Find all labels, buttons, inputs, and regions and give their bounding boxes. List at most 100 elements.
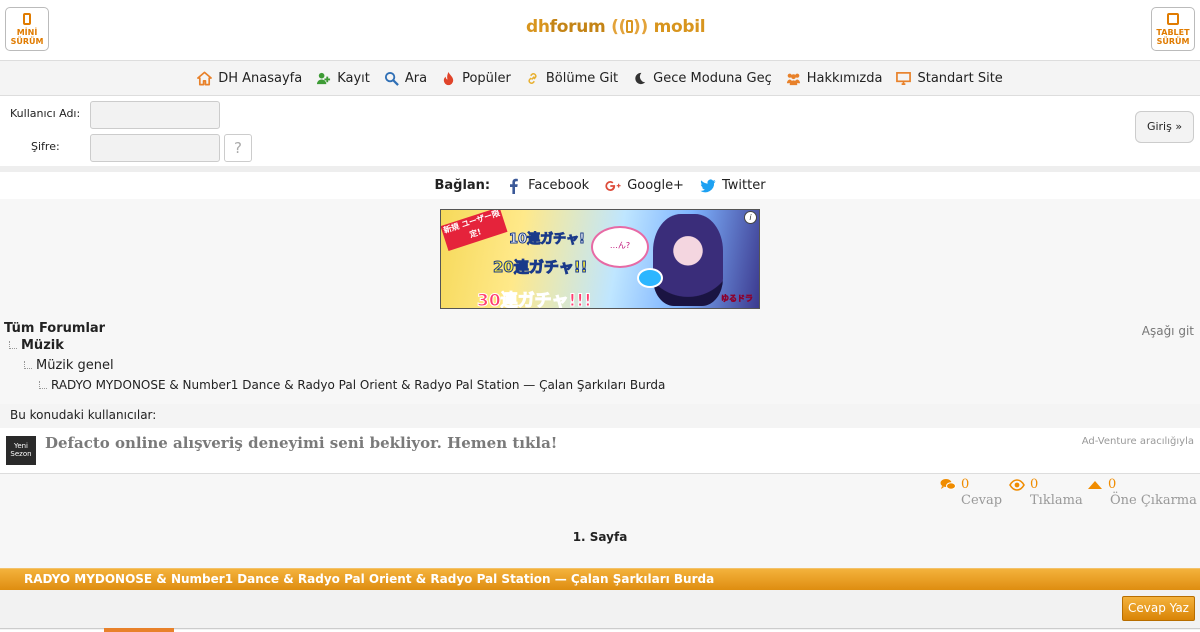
comments-icon: [940, 478, 956, 490]
eye-icon: [1009, 478, 1025, 491]
reply-button[interactable]: Cevap Yaz: [1122, 596, 1195, 621]
ad-badge: 新規 ユーザー限定!: [441, 210, 508, 251]
mini-version-button[interactable]: MİNİ SÜRÜM: [5, 7, 49, 51]
arrow-up-icon: [1088, 480, 1102, 489]
facebook-label: Facebook: [528, 178, 590, 193]
nav-item-search[interactable]: Ara: [384, 71, 427, 86]
google-plus-link[interactable]: Google+: [605, 178, 684, 194]
tablet-label-1: TABLET: [1156, 28, 1190, 37]
password-input[interactable]: [90, 134, 220, 162]
ad-character-image: [653, 214, 723, 306]
topic-users-label: Bu konudaki kullanıcılar:: [10, 408, 157, 422]
divider: [0, 628, 1200, 629]
main-nav: DH Anasayfa Kayıt Ara Popüler Bölüme Git…: [0, 61, 1200, 96]
breadcrumb-level-3[interactable]: RADYO MYDONOSE & Number1 Dance & Radyo P…: [51, 378, 665, 392]
topic-users-bar: Bu konudaki kullanıcılar:: [0, 404, 1200, 428]
post-header-stub: [104, 628, 174, 632]
nav-label: Gece Moduna Geç: [653, 70, 772, 86]
replies-stat: 0 Cevap: [940, 477, 1002, 508]
top-header: MİNİ SÜRÜM dhforum (()) mobil TABLET SÜR…: [0, 0, 1200, 61]
ad-line-2: 20連ガチャ!!: [492, 258, 588, 277]
facebook-link[interactable]: Facebook: [506, 178, 589, 194]
link-icon: [528, 72, 537, 84]
twitter-label: Twitter: [721, 178, 766, 193]
topic-actions-bar: Cevap Yaz: [0, 590, 1200, 632]
login-form: Kullanıcı Adı: Şifre: ? Giriş »: [0, 96, 1200, 172]
breadcrumb-level-1[interactable]: Müzik: [21, 338, 64, 353]
tablet-version-button[interactable]: TABLET SÜRÜM: [1151, 7, 1195, 51]
twitter-icon: [700, 178, 716, 192]
nav-label: Standart Site: [917, 70, 1003, 86]
logo-mobil: mobil: [653, 17, 706, 37]
sponsored-ad-text[interactable]: Defacto online alışveriş deneyimi seni b…: [45, 434, 557, 452]
clicks-label: Tıklama: [1030, 493, 1083, 508]
nav-item-night-mode[interactable]: Gece Moduna Geç: [632, 71, 772, 86]
username-input[interactable]: [90, 101, 220, 129]
phone-icon: [23, 13, 31, 25]
ad-gem-image: [637, 268, 663, 288]
home-icon: [197, 71, 213, 85]
ad-info-icon[interactable]: i: [744, 211, 757, 224]
page-indicator: 1. Sayfa: [572, 530, 628, 544]
clicks-count: 0: [1030, 477, 1039, 492]
banner-ad[interactable]: 新規 ユーザー限定! 10連ガチャ! 20連ガチャ!! 30連ガチャ!!! …ん…: [440, 209, 760, 309]
replies-label: Cevap: [961, 493, 1003, 508]
nav-item-standard-site[interactable]: Standart Site: [896, 70, 1003, 86]
boosts-stat: 0 Öne Çıkarma: [1087, 477, 1197, 508]
logo-forum: forum: [549, 17, 606, 37]
ad-thumbnail-text-1: Yeni: [13, 442, 29, 450]
logo-dh: dh: [526, 17, 550, 37]
tree-connector: [39, 381, 47, 389]
tablet-icon: [1167, 13, 1179, 25]
ad-brand-logo: ゆるドラ: [721, 294, 754, 304]
sponsored-ad-row[interactable]: Yeni Sezon Defacto online alışveriş dene…: [0, 428, 1200, 474]
nav-label: Hakkımızda: [806, 70, 883, 86]
username-label: Kullanıcı Adı:: [10, 107, 81, 120]
tree-connector: [24, 361, 32, 369]
boosts-label: Öne Çıkarma: [1110, 493, 1197, 508]
nav-item-register[interactable]: Kayıt: [316, 71, 370, 86]
facebook-icon: [510, 178, 518, 194]
nav-label: Kayıt: [337, 70, 370, 86]
nav-label: Popüler: [462, 70, 511, 86]
search-icon: [384, 71, 399, 86]
google-plus-label: Google+: [627, 178, 684, 193]
login-button[interactable]: Giriş »: [1135, 111, 1194, 143]
topic-stats: 0 Cevap 0 Tıklama 0 Öne Çıkarma 1. Sayfa: [0, 474, 1200, 568]
user-plus-icon: [317, 72, 331, 84]
nav-item-home[interactable]: DH Anasayfa: [197, 71, 302, 86]
clicks-stat: 0 Tıklama: [1009, 477, 1083, 508]
mini-label-1: MİNİ: [16, 28, 38, 37]
replies-count: 0: [961, 477, 970, 492]
jump-down-link[interactable]: Aşağı git: [1142, 324, 1194, 338]
google-plus-icon: [605, 180, 621, 191]
ad-speech-bubble: …ん?: [591, 226, 649, 268]
breadcrumb-level-2[interactable]: Müzik genel: [36, 358, 114, 373]
ad-line-1: 10連ガチャ!: [509, 232, 586, 248]
password-label: Şifre:: [31, 140, 60, 153]
password-help-button[interactable]: ?: [224, 134, 252, 162]
site-logo[interactable]: dhforum (()) mobil: [526, 17, 706, 37]
nav-label: Ara: [404, 70, 428, 86]
tablet-label-2: SÜRÜM: [1156, 37, 1190, 46]
ad-provider-label: Ad-Venture aracılığıyla: [1081, 436, 1194, 447]
moon-icon: [635, 72, 646, 84]
tree-connector: [9, 341, 17, 349]
nav-item-about[interactable]: Hakkımızda: [786, 70, 883, 86]
users-icon: [786, 73, 800, 85]
fire-icon: [443, 71, 454, 85]
breadcrumb-root[interactable]: Tüm Forumlar: [4, 321, 105, 336]
nav-item-goto-section[interactable]: Bölüme Git: [525, 71, 618, 86]
boosts-count: 0: [1108, 477, 1117, 492]
social-connect-bar: Bağlan: Facebook Google+ Twitter: [0, 172, 1200, 199]
mini-label-2: SÜRÜM: [10, 37, 44, 46]
ad-line-3: 30連ガチャ!!!: [477, 291, 593, 309]
ad-thumbnail: Yeni Sezon: [6, 436, 36, 465]
nav-label: DH Anasayfa: [218, 70, 303, 86]
nav-item-popular[interactable]: Popüler: [441, 71, 511, 86]
topic-title-bar: RADYO MYDONOSE & Number1 Dance & Radyo P…: [0, 568, 1200, 590]
nav-label: Bölüme Git: [545, 70, 619, 86]
twitter-link[interactable]: Twitter: [700, 178, 766, 194]
topic-title: RADYO MYDONOSE & Number1 Dance & Radyo P…: [24, 572, 715, 586]
ad-thumbnail-text-2: Sezon: [10, 450, 32, 458]
